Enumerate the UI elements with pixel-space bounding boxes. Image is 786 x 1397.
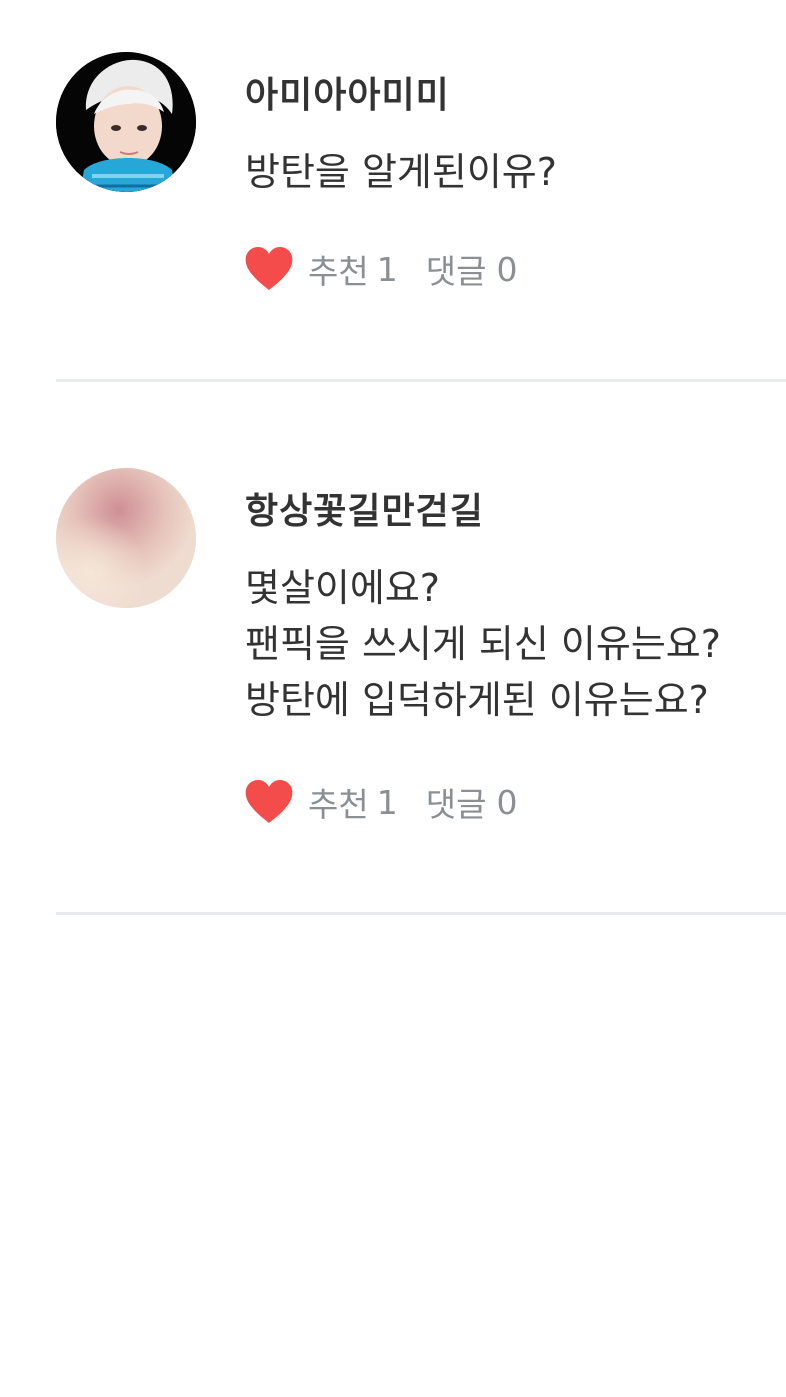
avatar-image xyxy=(56,52,196,192)
comment-body: 방탄을 알게된이유? xyxy=(245,144,557,200)
comment-item: 아미아아미미 방탄을 알게된이유? 추천 1 댓글 0 xyxy=(0,0,786,382)
comment-item: 항상꽃길만걷길 몇살이에요? 팬픽을 쓰시게 되신 이유는요? 방탄에 입덕하게… xyxy=(0,382,786,915)
reply-count: 0 xyxy=(496,782,518,822)
username[interactable]: 항상꽃길만걷길 xyxy=(245,482,484,534)
divider xyxy=(56,912,786,915)
comment-actions: 추천 1 댓글 0 xyxy=(244,776,517,828)
like-label[interactable]: 추천 xyxy=(308,245,369,293)
comment-line: 방탄을 알게된이유? xyxy=(245,150,557,194)
reply-count: 0 xyxy=(496,249,518,289)
reply-label[interactable]: 댓글 xyxy=(426,245,487,293)
avatar[interactable] xyxy=(56,52,196,192)
comment-line: 몇살이에요? xyxy=(245,566,440,610)
comment-body: 몇살이에요? 팬픽을 쓰시게 되신 이유는요? 방탄에 입덕하게된 이유는요? xyxy=(245,560,721,728)
like-count: 1 xyxy=(376,249,398,289)
comment-actions: 추천 1 댓글 0 xyxy=(244,243,517,295)
like-count: 1 xyxy=(376,782,398,822)
username[interactable]: 아미아아미미 xyxy=(245,66,450,118)
reply-label[interactable]: 댓글 xyxy=(426,778,487,826)
comment-line: 팬픽을 쓰시게 되신 이유는요? xyxy=(245,622,721,666)
comment-line: 방탄에 입덕하게된 이유는요? xyxy=(245,678,709,722)
like-label[interactable]: 추천 xyxy=(308,778,369,826)
heart-icon[interactable] xyxy=(244,778,294,826)
heart-icon[interactable] xyxy=(244,245,294,293)
avatar[interactable] xyxy=(56,468,196,608)
avatar-image xyxy=(56,468,196,608)
